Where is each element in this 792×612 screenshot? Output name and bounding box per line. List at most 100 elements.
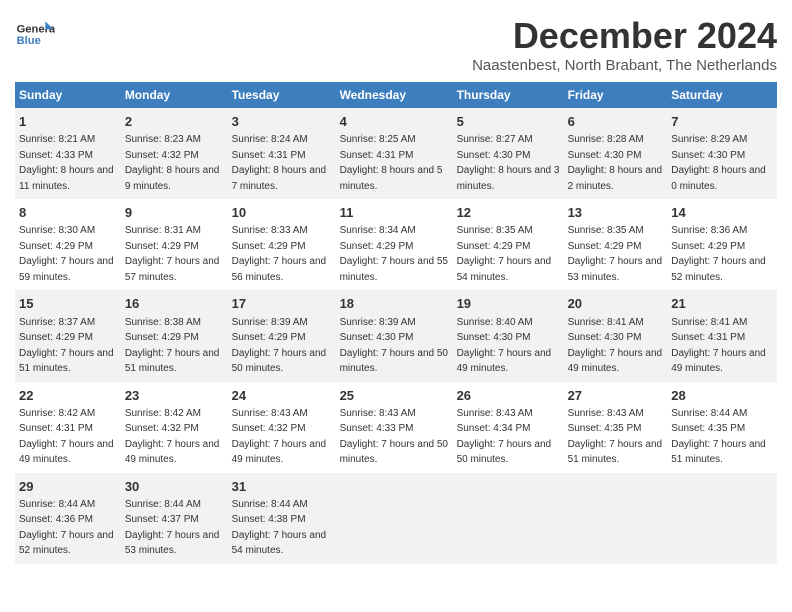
- calendar-cell: 3Sunrise: 8:24 AMSunset: 4:31 PMDaylight…: [228, 108, 336, 199]
- calendar-cell: 16 Sunrise: 8:38 AMSunset: 4:29 PMDayligh…: [121, 290, 228, 381]
- day-number: 11: [340, 204, 449, 222]
- day-number: 14: [671, 204, 773, 222]
- weekday-header-monday: Monday: [121, 82, 228, 108]
- day-number: 18: [340, 295, 449, 313]
- logo-icon: General Blue: [15, 15, 55, 55]
- day-info: Sunrise: 8:35 AMSunset: 4:29 PMDaylight:…: [457, 225, 552, 283]
- calendar-cell: 22 Sunrise: 8:42 AMSunset: 4:31 PMDayligh…: [15, 382, 121, 473]
- day-number: 6: [568, 113, 664, 131]
- day-number: 24: [232, 387, 332, 405]
- week-row-4: 22 Sunrise: 8:42 AMSunset: 4:31 PMDayligh…: [15, 382, 777, 473]
- header: General Blue December 2024 Naastenbest, …: [15, 15, 777, 74]
- calendar-cell: 28 Sunrise: 8:44 AMSunset: 4:35 PMDayligh…: [667, 382, 777, 473]
- calendar-cell: 15 Sunrise: 8:37 AMSunset: 4:29 PMDayligh…: [15, 290, 121, 381]
- day-number: 12: [457, 204, 560, 222]
- weekday-header-sunday: Sunday: [15, 82, 121, 108]
- day-number: 23: [125, 387, 224, 405]
- day-number: 21: [671, 295, 773, 313]
- calendar-cell: 14 Sunrise: 8:36 AMSunset: 4:29 PMDayligh…: [667, 199, 777, 290]
- day-info: Sunrise: 8:36 AMSunset: 4:29 PMDaylight:…: [671, 225, 766, 283]
- day-info: Sunrise: 8:43 AMSunset: 4:32 PMDaylight:…: [232, 408, 327, 466]
- calendar-cell: [667, 473, 777, 564]
- day-info: Sunrise: 8:33 AMSunset: 4:29 PMDaylight:…: [232, 225, 327, 283]
- weekday-header-wednesday: Wednesday: [336, 82, 453, 108]
- day-number: 2: [125, 113, 224, 131]
- day-number: 25: [340, 387, 449, 405]
- weekday-header-thursday: Thursday: [453, 82, 564, 108]
- week-row-5: 29 Sunrise: 8:44 AMSunset: 4:36 PMDayligh…: [15, 473, 777, 564]
- day-number: 16: [125, 295, 224, 313]
- calendar-cell: 21 Sunrise: 8:41 AMSunset: 4:31 PMDayligh…: [667, 290, 777, 381]
- day-info: Sunrise: 8:44 AMSunset: 4:35 PMDaylight:…: [671, 408, 766, 466]
- day-number: 13: [568, 204, 664, 222]
- calendar-cell: 19Sunrise: 8:40 AMSunset: 4:30 PMDayligh…: [453, 290, 564, 381]
- day-number: 10: [232, 204, 332, 222]
- day-number: 29: [19, 478, 117, 496]
- day-number: 22: [19, 387, 117, 405]
- week-row-2: 8 Sunrise: 8:30 AMSunset: 4:29 PMDaylight…: [15, 199, 777, 290]
- calendar-cell: 18 Sunrise: 8:39 AMSunset: 4:30 PMDayligh…: [336, 290, 453, 381]
- day-number: 27: [568, 387, 664, 405]
- day-info: Sunrise: 8:42 AMSunset: 4:32 PMDaylight:…: [125, 408, 220, 466]
- calendar-cell: 26Sunrise: 8:43 AMSunset: 4:34 PMDayligh…: [453, 382, 564, 473]
- day-info: Sunrise: 8:44 AMSunset: 4:38 PMDaylight:…: [232, 499, 327, 557]
- day-number: 9: [125, 204, 224, 222]
- calendar-cell: 30Sunrise: 8:44 AMSunset: 4:37 PMDayligh…: [121, 473, 228, 564]
- day-info: Sunrise: 8:34 AMSunset: 4:29 PMDaylight:…: [340, 225, 448, 283]
- day-number: 20: [568, 295, 664, 313]
- day-number: 8: [19, 204, 117, 222]
- day-number: 5: [457, 113, 560, 131]
- day-number: 19: [457, 295, 560, 313]
- svg-text:Blue: Blue: [17, 35, 41, 47]
- calendar-cell: 25 Sunrise: 8:43 AMSunset: 4:33 PMDayligh…: [336, 382, 453, 473]
- day-info: Sunrise: 8:39 AMSunset: 4:30 PMDaylight:…: [340, 317, 448, 375]
- weekday-header-saturday: Saturday: [667, 82, 777, 108]
- day-number: 4: [340, 113, 449, 131]
- day-info: Sunrise: 8:29 AMSunset: 4:30 PMDaylight:…: [671, 134, 766, 192]
- calendar-cell: 31Sunrise: 8:44 AMSunset: 4:38 PMDayligh…: [228, 473, 336, 564]
- day-number: 17: [232, 295, 332, 313]
- weekday-header-row: SundayMondayTuesdayWednesdayThursdayFrid…: [15, 82, 777, 108]
- calendar-table: SundayMondayTuesdayWednesdayThursdayFrid…: [15, 82, 777, 564]
- calendar-cell: 13 Sunrise: 8:35 AMSunset: 4:29 PMDayligh…: [564, 199, 668, 290]
- calendar-cell: 8 Sunrise: 8:30 AMSunset: 4:29 PMDaylight…: [15, 199, 121, 290]
- calendar-cell: 17 Sunrise: 8:39 AMSunset: 4:29 PMDayligh…: [228, 290, 336, 381]
- calendar-cell: 2Sunrise: 8:23 AMSunset: 4:32 PMDaylight…: [121, 108, 228, 199]
- calendar-cell: 20 Sunrise: 8:41 AMSunset: 4:30 PMDayligh…: [564, 290, 668, 381]
- day-number: 15: [19, 295, 117, 313]
- logo: General Blue: [15, 15, 55, 55]
- weekday-header-tuesday: Tuesday: [228, 82, 336, 108]
- day-info: Sunrise: 8:44 AMSunset: 4:36 PMDaylight:…: [19, 499, 114, 557]
- day-info: Sunrise: 8:41 AMSunset: 4:30 PMDaylight:…: [568, 317, 663, 375]
- calendar-cell: 4 Sunrise: 8:25 AMSunset: 4:31 PMDaylight…: [336, 108, 453, 199]
- day-info: Sunrise: 8:43 AMSunset: 4:35 PMDaylight:…: [568, 408, 663, 466]
- day-info: Sunrise: 8:28 AMSunset: 4:30 PMDaylight:…: [568, 134, 663, 192]
- day-info: Sunrise: 8:39 AMSunset: 4:29 PMDaylight:…: [232, 317, 327, 375]
- week-row-1: 1 Sunrise: 8:21 AMSunset: 4:33 PMDaylight…: [15, 108, 777, 199]
- title-section: December 2024 Naastenbest, North Brabant…: [472, 15, 777, 74]
- calendar-cell: 11 Sunrise: 8:34 AMSunset: 4:29 PMDayligh…: [336, 199, 453, 290]
- day-info: Sunrise: 8:25 AMSunset: 4:31 PMDaylight:…: [340, 134, 443, 192]
- day-number: 26: [457, 387, 560, 405]
- calendar-cell: 9 Sunrise: 8:31 AMSunset: 4:29 PMDaylight…: [121, 199, 228, 290]
- day-info: Sunrise: 8:38 AMSunset: 4:29 PMDaylight:…: [125, 317, 220, 375]
- main-title: December 2024: [472, 15, 777, 57]
- day-info: Sunrise: 8:41 AMSunset: 4:31 PMDaylight:…: [671, 317, 766, 375]
- calendar-cell: 1 Sunrise: 8:21 AMSunset: 4:33 PMDaylight…: [15, 108, 121, 199]
- day-number: 3: [232, 113, 332, 131]
- day-info: Sunrise: 8:30 AMSunset: 4:29 PMDaylight:…: [19, 225, 114, 283]
- day-info: Sunrise: 8:35 AMSunset: 4:29 PMDaylight:…: [568, 225, 663, 283]
- day-number: 1: [19, 113, 117, 131]
- calendar-cell: 23 Sunrise: 8:42 AMSunset: 4:32 PMDayligh…: [121, 382, 228, 473]
- calendar-cell: [564, 473, 668, 564]
- day-info: Sunrise: 8:37 AMSunset: 4:29 PMDaylight:…: [19, 317, 114, 375]
- calendar-cell: 10 Sunrise: 8:33 AMSunset: 4:29 PMDayligh…: [228, 199, 336, 290]
- day-info: Sunrise: 8:43 AMSunset: 4:33 PMDaylight:…: [340, 408, 448, 466]
- subtitle: Naastenbest, North Brabant, The Netherla…: [472, 57, 777, 74]
- day-number: 28: [671, 387, 773, 405]
- day-info: Sunrise: 8:42 AMSunset: 4:31 PMDaylight:…: [19, 408, 114, 466]
- day-info: Sunrise: 8:21 AMSunset: 4:33 PMDaylight:…: [19, 134, 114, 192]
- calendar-cell: 6 Sunrise: 8:28 AMSunset: 4:30 PMDaylight…: [564, 108, 668, 199]
- day-info: Sunrise: 8:31 AMSunset: 4:29 PMDaylight:…: [125, 225, 220, 283]
- weekday-header-friday: Friday: [564, 82, 668, 108]
